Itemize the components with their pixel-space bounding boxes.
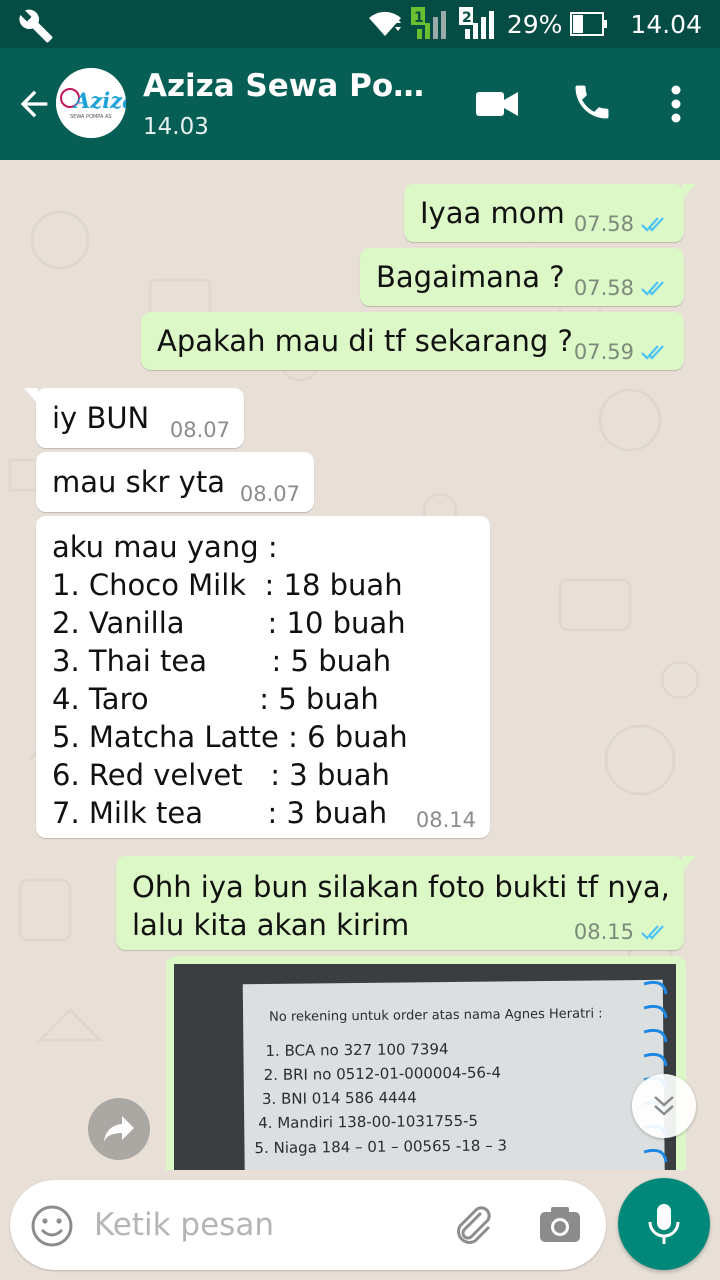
svg-text:1: 1 <box>414 10 424 26</box>
notebook-spiral <box>643 980 668 1163</box>
message-input[interactable] <box>94 1202 424 1248</box>
message-meta: 08.07 <box>170 418 230 442</box>
message-text: Iyaa mom <box>420 196 565 230</box>
bubble-tail <box>24 388 38 404</box>
scroll-to-bottom-button[interactable] <box>632 1074 696 1138</box>
photo-paper: No rekening untuk order atas nama Agnes … <box>242 979 666 1170</box>
status-bar: 1 2 29% 14.04 <box>0 0 720 48</box>
message-text: iy BUN <box>52 401 150 435</box>
svg-text:SEWA POMPA AS: SEWA POMPA AS <box>70 114 112 120</box>
phone-icon[interactable] <box>570 80 614 124</box>
forward-button[interactable] <box>88 1098 150 1160</box>
bubble-tail <box>682 184 696 200</box>
message-incoming[interactable]: mau skr yta 08.07 <box>36 452 314 512</box>
double-check-icon <box>641 345 664 360</box>
message-meta: 08.15 <box>574 920 670 944</box>
message-text: Apakah mau di tf sekarang ? <box>157 324 573 358</box>
photo-line: 1. BCA no 327 100 7394 <box>265 1040 449 1060</box>
message-meta: 07.58 <box>574 212 670 236</box>
battery-icon <box>570 12 608 36</box>
photo-heading: No rekening untuk order atas nama Agnes … <box>269 1006 603 1025</box>
chevron-double-down-icon <box>654 1096 674 1116</box>
double-check-icon <box>641 281 664 296</box>
wifi-icon <box>368 11 401 36</box>
message-photo[interactable]: No rekening untuk order atas nama Agnes … <box>166 956 686 1170</box>
message-meta: 08.14 <box>416 808 476 832</box>
composer <box>10 1180 606 1270</box>
photo-line: 3. BNI 014 586 4444 <box>261 1088 417 1109</box>
double-check-icon <box>641 925 664 940</box>
mic-button[interactable] <box>618 1178 710 1270</box>
message-outgoing[interactable]: Iyaa mom 07.58 <box>404 184 696 242</box>
message-meta: 07.59 <box>574 340 670 364</box>
svg-text:2: 2 <box>462 10 472 26</box>
sim1-signal-icon: 1 <box>410 7 446 39</box>
message-time: 07.58 <box>573 212 634 236</box>
paperclip-icon[interactable] <box>450 1202 496 1248</box>
photo-line: 5. Niaga 184 – 01 – 00565 -18 – 3 <box>254 1136 508 1158</box>
mic-icon <box>648 1204 680 1244</box>
more-vert-icon[interactable] <box>660 82 692 126</box>
message-time: 08.15 <box>573 920 634 944</box>
wrench-icon <box>19 9 53 43</box>
bubble-tail <box>682 856 696 872</box>
svg-text:Aziza: Aziza <box>72 88 126 113</box>
message-time: 07.59 <box>573 340 634 364</box>
message-incoming[interactable]: iy BUN 08.07 <box>24 388 244 448</box>
avatar-logo: Aziza SEWA POMPA AS <box>56 68 126 138</box>
video-camera-icon[interactable] <box>474 86 520 122</box>
arrow-left-icon[interactable] <box>14 84 54 124</box>
status-time: 14.04 <box>630 9 702 39</box>
double-check-icon <box>641 217 664 232</box>
chat-area[interactable]: Iyaa mom 07.58 Bagaimana ? 07.58 Apakah … <box>0 160 720 1170</box>
last-seen: 14.03 <box>143 114 209 140</box>
chat-title[interactable]: Aziza Sewa Pom... <box>143 68 443 104</box>
message-time: 08.07 <box>239 482 300 506</box>
chat-header: Aziza SEWA POMPA AS Aziza Sewa Pom... 14… <box>0 48 720 160</box>
camera-icon[interactable] <box>538 1204 582 1244</box>
photo-line: 2. BRI no 0512-01-000004-56-4 <box>263 1063 502 1084</box>
avatar[interactable]: Aziza SEWA POMPA AS <box>56 68 126 138</box>
message-incoming[interactable]: aku mau yang : 1. Choco Milk : 18 buah 2… <box>36 516 490 838</box>
message-meta: 08.07 <box>240 482 300 506</box>
sim2-signal-icon: 2 <box>458 7 494 39</box>
photo-image[interactable]: No rekening untuk order atas nama Agnes … <box>174 964 676 1170</box>
message-time: 08.14 <box>415 808 476 832</box>
message-text: Bagaimana ? <box>376 260 565 294</box>
message-text: aku mau yang : 1. Choco Milk : 18 buah 2… <box>52 530 408 830</box>
message-outgoing[interactable]: Apakah mau di tf sekarang ? 07.59 <box>141 312 684 370</box>
battery-percent: 29% <box>506 9 563 39</box>
emoji-icon[interactable] <box>30 1204 74 1248</box>
status-indicators: 1 2 29% 14.04 <box>367 0 702 48</box>
composer-bar <box>0 1170 720 1280</box>
message-outgoing[interactable]: Ohh iya bun silakan foto bukti tf nya, l… <box>116 856 696 950</box>
photo-line: 4. Mandiri 138-00-1031755-5 <box>258 1111 479 1133</box>
message-text: mau skr yta <box>52 465 225 499</box>
forward-icon <box>104 1116 134 1142</box>
message-time: 08.07 <box>169 418 230 442</box>
message-outgoing[interactable]: Bagaimana ? 07.58 <box>360 248 684 306</box>
message-meta: 07.58 <box>574 276 670 300</box>
message-time: 07.58 <box>573 276 634 300</box>
